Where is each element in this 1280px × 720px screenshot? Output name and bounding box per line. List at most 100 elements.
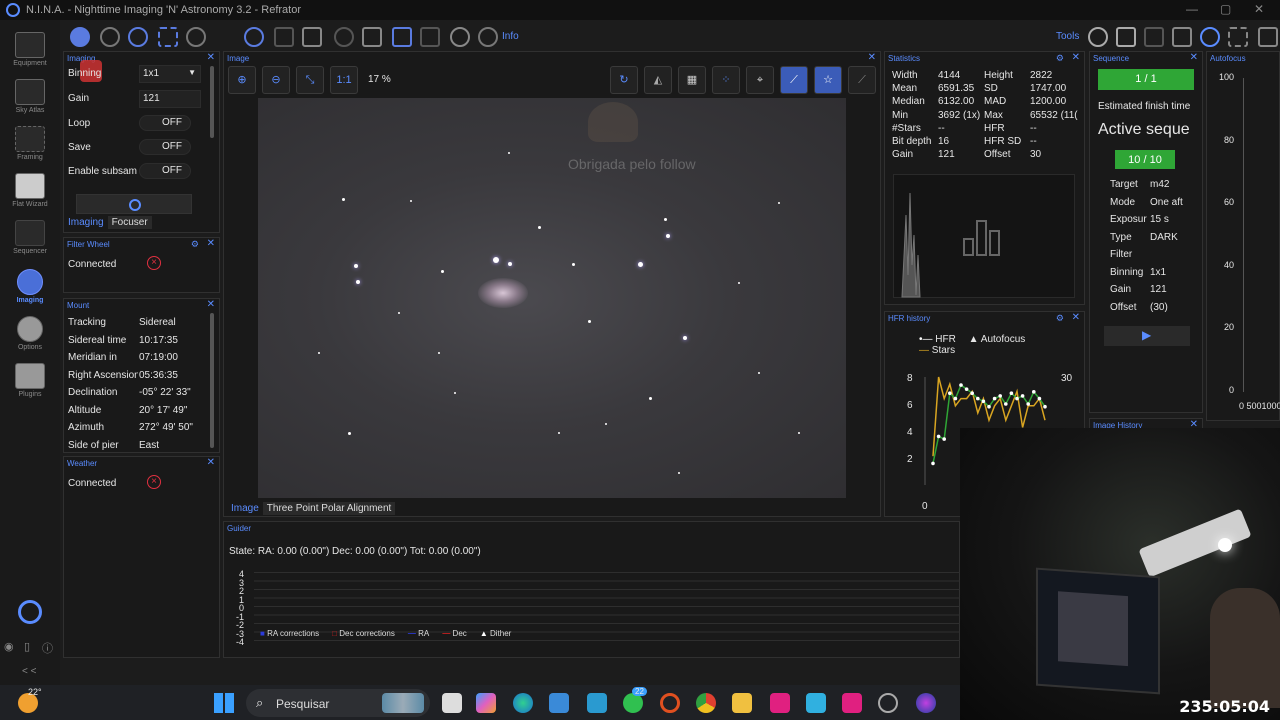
fit-icon[interactable]: ⤡ bbox=[296, 66, 324, 94]
grid-icon[interactable]: ▦ bbox=[678, 66, 706, 94]
shield-tool-icon[interactable] bbox=[478, 27, 498, 47]
nav-equipment[interactable]: Equipment bbox=[0, 32, 60, 67]
info-icon[interactable]: ⓘ bbox=[42, 640, 53, 656]
house-tool-icon[interactable] bbox=[362, 27, 382, 47]
nav-flat-wizard[interactable]: Flat Wizard bbox=[0, 173, 60, 208]
play-button[interactable]: ▶ bbox=[1104, 326, 1190, 346]
tab-polar-alignment[interactable]: Three Point Polar Alignment bbox=[262, 502, 396, 515]
settings-icon[interactable]: ⚙ bbox=[191, 239, 199, 250]
close-icon[interactable]: ✕ bbox=[1190, 52, 1198, 63]
gain-input[interactable]: 121 bbox=[139, 90, 201, 108]
nav-sequencer[interactable]: Sequencer bbox=[0, 220, 60, 255]
nav-imaging[interactable]: Imaging bbox=[0, 269, 60, 304]
star-annotate-icon[interactable]: ☆ bbox=[814, 66, 842, 94]
stretch-icon[interactable]: ⟋ bbox=[780, 66, 808, 94]
eye-icon[interactable]: ◉ bbox=[4, 640, 14, 653]
zoom-in-icon[interactable]: ⊕ bbox=[228, 66, 256, 94]
mount-value: -05° 22' 33" bbox=[139, 387, 191, 398]
wand-icon[interactable] bbox=[1144, 27, 1164, 47]
star bbox=[454, 392, 456, 394]
history-icon[interactable] bbox=[1200, 27, 1220, 47]
tools-label[interactable]: Tools bbox=[1056, 31, 1079, 42]
sliders-tool-icon[interactable] bbox=[302, 27, 322, 47]
sequence-label: Offset bbox=[1110, 301, 1137, 313]
save-toggle[interactable]: OFF bbox=[139, 139, 191, 155]
disconnected-icon[interactable]: × bbox=[147, 475, 161, 489]
task-view-icon[interactable] bbox=[442, 693, 462, 713]
folder-icon[interactable] bbox=[732, 693, 752, 713]
search-box[interactable]: ⌕ Pesquisar bbox=[246, 689, 430, 717]
tab-focuser[interactable]: Focuser bbox=[107, 216, 152, 229]
wave-tool-icon[interactable] bbox=[420, 27, 440, 47]
binning-select[interactable]: 1x1 ▼ bbox=[139, 65, 201, 83]
close-icon[interactable]: ✕ bbox=[207, 238, 215, 249]
close-icon[interactable]: ✕ bbox=[1072, 312, 1080, 323]
one-to-one-button[interactable]: 1:1 bbox=[330, 66, 358, 94]
close-icon[interactable]: ✕ bbox=[1072, 52, 1080, 63]
app-icon[interactable] bbox=[587, 693, 607, 713]
rotator-tool-icon[interactable] bbox=[158, 27, 178, 47]
store-icon[interactable] bbox=[549, 693, 569, 713]
app-blue-icon[interactable] bbox=[806, 693, 826, 713]
subsample-toggle[interactable]: OFF bbox=[139, 163, 191, 179]
rotate-icon[interactable]: ↻ bbox=[610, 66, 638, 94]
star-image[interactable]: Obrigada pelo follow bbox=[258, 98, 846, 498]
nav-framing[interactable]: Framing bbox=[0, 126, 60, 161]
power-icon[interactable] bbox=[18, 600, 42, 624]
close-icon[interactable]: ✕ bbox=[207, 457, 215, 468]
crosshair-icon[interactable] bbox=[1172, 27, 1192, 47]
app-pink-icon[interactable] bbox=[770, 693, 790, 713]
tab-imaging[interactable]: Imaging bbox=[64, 216, 108, 229]
filter-wheel-tool-icon[interactable] bbox=[100, 27, 120, 47]
expand-icon[interactable] bbox=[1258, 27, 1278, 47]
nav-sky-atlas[interactable]: Sky Atlas bbox=[0, 79, 60, 114]
info-tab[interactable]: Info bbox=[502, 31, 519, 42]
star bbox=[438, 352, 440, 354]
star-detect-icon[interactable]: ⁘ bbox=[712, 66, 740, 94]
whatsapp-icon[interactable] bbox=[623, 693, 643, 713]
close-icon[interactable]: ✕ bbox=[1254, 2, 1264, 16]
target-tool-icon[interactable] bbox=[244, 27, 264, 47]
capture-button[interactable] bbox=[76, 194, 192, 214]
star-icon[interactable] bbox=[1116, 27, 1136, 47]
scrollbar[interactable] bbox=[210, 313, 214, 448]
disconnected-icon[interactable]: × bbox=[147, 256, 161, 270]
y-tick-label: 2 bbox=[907, 454, 913, 465]
nina-taskbar-icon[interactable] bbox=[878, 693, 898, 713]
camera-tool-icon[interactable] bbox=[70, 27, 90, 47]
book-icon[interactable]: ▯ bbox=[24, 640, 30, 653]
loop-toggle[interactable]: OFF bbox=[139, 115, 191, 131]
chrome-icon[interactable] bbox=[696, 693, 716, 713]
nav-plugins[interactable]: Plugins bbox=[0, 363, 60, 398]
stat-value: 6591.35 bbox=[938, 83, 975, 95]
zoom-out-icon[interactable]: ⊖ bbox=[262, 66, 290, 94]
settings-icon[interactable]: ⚙ bbox=[1056, 53, 1064, 64]
focuser-tool-icon[interactable] bbox=[128, 27, 148, 47]
close-icon[interactable]: ✕ bbox=[207, 299, 215, 310]
crosshair-icon[interactable]: ⌖ bbox=[746, 66, 774, 94]
toggle-icon[interactable] bbox=[1088, 27, 1108, 47]
dome-tool-icon[interactable] bbox=[334, 27, 354, 47]
refresh-tool-icon[interactable] bbox=[186, 27, 206, 47]
close-icon[interactable]: ✕ bbox=[207, 52, 215, 63]
app-galaxy-icon[interactable] bbox=[916, 693, 936, 713]
close-icon[interactable]: ✕ bbox=[868, 52, 876, 63]
scrollbar[interactable] bbox=[210, 66, 214, 138]
tab-image[interactable]: Image bbox=[227, 502, 263, 515]
edge-icon[interactable] bbox=[513, 693, 533, 713]
office-icon[interactable] bbox=[660, 693, 680, 713]
maximize-icon[interactable]: ▢ bbox=[1220, 2, 1231, 16]
wand-icon[interactable]: ⟋ bbox=[848, 66, 876, 94]
settings-icon[interactable]: ⚙ bbox=[1056, 313, 1064, 324]
flip-icon[interactable]: ◭ bbox=[644, 66, 672, 94]
collapse-nav-button[interactable]: < < bbox=[22, 666, 36, 677]
minimize-icon[interactable]: — bbox=[1186, 2, 1198, 16]
start-icon[interactable] bbox=[214, 693, 234, 713]
bars-tool-icon[interactable] bbox=[392, 27, 412, 47]
app-pink2-icon[interactable] bbox=[842, 693, 862, 713]
nav-options[interactable]: Options bbox=[0, 316, 60, 351]
grid-icon[interactable] bbox=[1228, 27, 1248, 47]
guider-tool-icon[interactable] bbox=[274, 27, 294, 47]
bulb-tool-icon[interactable] bbox=[450, 27, 470, 47]
copilot-icon[interactable] bbox=[476, 693, 496, 713]
